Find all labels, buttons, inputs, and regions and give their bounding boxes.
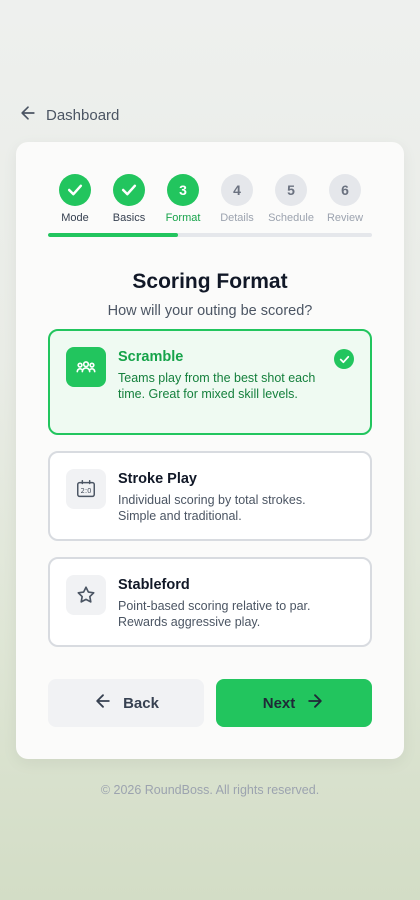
step-circle — [113, 174, 145, 206]
next-button-label: Next — [262, 694, 296, 712]
step-format[interactable]: 3 Format — [156, 174, 210, 224]
step-label: Basics — [112, 212, 146, 224]
option-description: Teams play from the best shot each time.… — [118, 371, 316, 401]
footer-copyright: © 2026 RoundBoss. All rights reserved. — [100, 783, 320, 797]
back-button[interactable]: Back — [48, 679, 204, 727]
option-title: Scramble — [118, 349, 184, 365]
back-link-label: Dashboard — [46, 106, 120, 124]
step-number: 3 — [167, 174, 199, 206]
arrow-left-icon — [18, 103, 38, 127]
step-number: 4 — [221, 174, 253, 206]
scoreboard-icon: 2:0 — [66, 469, 106, 509]
option-title: Stableford — [118, 577, 190, 593]
option-stableford[interactable]: Stableford Point-based scoring relative … — [48, 557, 372, 647]
step-schedule[interactable]: 5 Schedule — [264, 174, 318, 224]
option-description: Point-based scoring relative to par. Rew… — [118, 599, 311, 629]
group-icon — [66, 347, 106, 387]
step-mode[interactable]: Mode — [48, 174, 102, 224]
back-to-dashboard-link[interactable]: Dashboard — [18, 103, 119, 127]
option-description: Individual scoring by total strokes. Sim… — [118, 493, 306, 523]
check-icon — [121, 184, 137, 196]
back-button-label: Back — [123, 694, 159, 712]
option-stroke-play[interactable]: 2:0 Stroke Play Individual scoring by to… — [48, 451, 372, 541]
page-title: Scoring Format — [132, 270, 288, 293]
step-label: Format — [165, 212, 201, 224]
step-basics[interactable]: Basics — [102, 174, 156, 224]
step-review[interactable]: 6 Review — [318, 174, 372, 224]
step-number: 6 — [329, 174, 361, 206]
wizard-card: Mode Basics 3 Format 4 Details 5 Schedul… — [16, 142, 404, 759]
next-button[interactable]: Next — [216, 679, 372, 727]
page-subtitle: How will your outing be scored? — [107, 303, 313, 319]
option-title: Stroke Play — [118, 471, 197, 487]
step-circle — [59, 174, 91, 206]
step-number: 5 — [275, 174, 307, 206]
step-label: Mode — [61, 212, 89, 224]
check-icon — [67, 184, 83, 196]
star-icon — [66, 575, 106, 615]
option-scramble[interactable]: Scramble Teams play from the best shot e… — [48, 329, 372, 435]
arrow-left-icon — [93, 691, 113, 715]
svg-text:2:0: 2:0 — [80, 487, 91, 495]
step-label: Details — [220, 212, 254, 224]
progress-bar — [48, 233, 372, 237]
step-details[interactable]: 4 Details — [210, 174, 264, 224]
step-label: Schedule — [268, 212, 314, 224]
progress-fill — [48, 233, 178, 237]
arrow-right-icon — [305, 691, 325, 715]
step-label: Review — [326, 212, 364, 224]
check-circle-icon — [334, 349, 354, 369]
stepper: Mode Basics 3 Format 4 Details 5 Schedul… — [48, 174, 372, 234]
